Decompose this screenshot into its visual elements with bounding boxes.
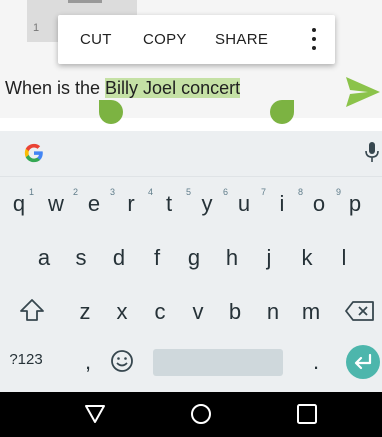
mic-icon[interactable] bbox=[365, 142, 379, 164]
key-hint-9: 9 bbox=[336, 187, 342, 197]
key-a[interactable]: a bbox=[32, 245, 56, 271]
key-hint-4: 4 bbox=[148, 187, 154, 197]
key-e[interactable]: e bbox=[82, 191, 106, 217]
google-g-icon[interactable] bbox=[23, 142, 45, 164]
key-comma[interactable]: , bbox=[78, 349, 98, 375]
key-m[interactable]: m bbox=[299, 299, 323, 325]
key-q[interactable]: q bbox=[7, 191, 31, 217]
key-c[interactable]: c bbox=[148, 299, 172, 325]
key-i[interactable]: i bbox=[270, 191, 294, 217]
space-bar[interactable] bbox=[153, 349, 283, 376]
home-circle-icon[interactable] bbox=[189, 402, 213, 426]
suggestion-divider bbox=[0, 176, 382, 177]
message-input[interactable]: When is the Billy Joel concert bbox=[5, 78, 241, 99]
key-j[interactable]: j bbox=[257, 245, 281, 271]
key-hint-2: 2 bbox=[73, 187, 79, 197]
selection-end-handle[interactable] bbox=[270, 100, 294, 124]
emoji-icon[interactable] bbox=[110, 349, 134, 373]
key-hint-7: 7 bbox=[261, 187, 267, 197]
enter-icon bbox=[354, 354, 372, 370]
key-z[interactable]: z bbox=[73, 299, 97, 325]
symbols-key[interactable]: ?123 bbox=[6, 351, 46, 368]
key-u[interactable]: u bbox=[232, 191, 256, 217]
share-button[interactable]: SHARE bbox=[215, 31, 268, 48]
key-l[interactable]: l bbox=[332, 245, 356, 271]
compose-field[interactable]: When is the Billy Joel concert bbox=[0, 64, 382, 118]
key-p[interactable]: p bbox=[343, 191, 367, 217]
key-r[interactable]: r bbox=[119, 191, 143, 217]
key-k[interactable]: k bbox=[295, 245, 319, 271]
key-x[interactable]: x bbox=[110, 299, 134, 325]
key-o[interactable]: o bbox=[307, 191, 331, 217]
key-period[interactable]: . bbox=[306, 349, 326, 375]
text-selection-menu: CUT COPY SHARE bbox=[58, 15, 335, 64]
recents-square-icon[interactable] bbox=[295, 402, 319, 426]
shift-icon[interactable] bbox=[19, 298, 45, 322]
back-triangle-icon[interactable] bbox=[83, 402, 107, 426]
selection-start-handle[interactable] bbox=[99, 100, 123, 124]
key-hint-5: 5 bbox=[186, 187, 192, 197]
key-hint-3: 3 bbox=[110, 187, 116, 197]
key-hint-8: 8 bbox=[298, 187, 304, 197]
key-w[interactable]: w bbox=[44, 191, 68, 217]
message-text-plain: When is the bbox=[5, 78, 106, 98]
more-vertical-icon[interactable] bbox=[311, 28, 317, 50]
navigation-bar bbox=[0, 392, 382, 437]
backspace-icon[interactable] bbox=[345, 301, 375, 321]
key-hint-1: 1 bbox=[29, 187, 35, 197]
key-g[interactable]: g bbox=[182, 245, 206, 271]
key-h[interactable]: h bbox=[220, 245, 244, 271]
thumbnail-line bbox=[68, 0, 102, 3]
key-f[interactable]: f bbox=[145, 245, 169, 271]
key-v[interactable]: v bbox=[186, 299, 210, 325]
keyboard: q w e r t y u i o p 1 2 3 4 5 6 7 8 9 a … bbox=[0, 131, 382, 392]
enter-button[interactable] bbox=[346, 345, 380, 379]
key-t[interactable]: t bbox=[157, 191, 181, 217]
copy-button[interactable]: COPY bbox=[143, 31, 187, 48]
key-y[interactable]: y bbox=[195, 191, 219, 217]
key-n[interactable]: n bbox=[261, 299, 285, 325]
message-text-selected: Billy Joel concert bbox=[105, 78, 241, 98]
key-hint-6: 6 bbox=[223, 187, 229, 197]
key-b[interactable]: b bbox=[223, 299, 247, 325]
thumbnail-text: 1 bbox=[33, 22, 40, 34]
cut-button[interactable]: CUT bbox=[80, 31, 112, 48]
key-s[interactable]: s bbox=[69, 245, 93, 271]
send-icon[interactable] bbox=[346, 77, 380, 107]
key-d[interactable]: d bbox=[107, 245, 131, 271]
